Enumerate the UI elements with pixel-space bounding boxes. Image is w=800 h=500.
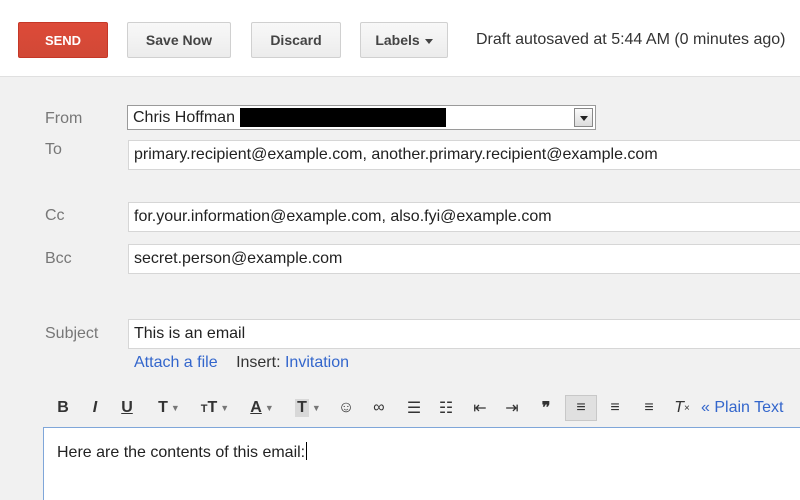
numbered-list-icon[interactable]: ☰ <box>402 395 426 421</box>
cc-field[interactable]: for.your.information@example.com, also.f… <box>128 202 800 232</box>
redacted-email-block <box>240 108 446 127</box>
invitation-link[interactable]: Invitation <box>285 354 349 371</box>
chevron-down-icon <box>424 38 433 44</box>
compose-toolbar: SEND Save Now Discard Labels Draft autos… <box>0 0 800 77</box>
from-value: Chris Hoffman <box>133 109 235 126</box>
plain-text-link[interactable]: « Plain Text <box>701 395 783 421</box>
dropdown-arrow-icon[interactable] <box>574 108 593 127</box>
link-icon[interactable]: ∞ <box>366 395 392 421</box>
message-body[interactable]: Here are the contents of this email: <box>43 427 800 500</box>
bcc-field[interactable]: secret.person@example.com <box>128 244 800 274</box>
highlight-color-icon[interactable]: T ▼ <box>288 395 328 421</box>
send-button[interactable]: SEND <box>18 22 108 58</box>
message-body-text: Here are the contents of this email: <box>57 444 306 461</box>
font-size-icon[interactable]: TT ▼ <box>196 395 234 421</box>
font-icon[interactable]: T ▼ <box>150 395 188 421</box>
quote-icon[interactable]: ❞ <box>534 395 558 421</box>
remove-formatting-icon[interactable]: T × <box>670 395 694 421</box>
text-color-icon[interactable]: A ▼ <box>244 395 280 421</box>
attach-insert-row: Attach a file Insert: Invitation <box>134 354 349 372</box>
cc-label: Cc <box>45 207 65 224</box>
from-label: From <box>45 110 83 127</box>
subject-label: Subject <box>45 325 99 342</box>
bcc-label: Bcc <box>45 250 72 267</box>
save-now-button[interactable]: Save Now <box>127 22 231 58</box>
subject-field[interactable]: This is an email <box>128 319 800 349</box>
indent-more-icon[interactable]: ⇥ <box>500 395 524 421</box>
align-center-icon[interactable]: ≡ <box>602 395 628 421</box>
underline-icon[interactable]: U <box>118 395 136 421</box>
from-select[interactable]: Chris Hoffman <box>127 105 596 130</box>
bulleted-list-icon[interactable]: ☷ <box>434 395 458 421</box>
to-field[interactable]: primary.recipient@example.com, another.p… <box>128 140 800 170</box>
labels-button-text: Labels <box>375 32 420 48</box>
discard-button[interactable]: Discard <box>251 22 341 58</box>
align-left-icon[interactable]: ≡ <box>565 395 597 421</box>
bold-icon[interactable]: B <box>54 395 72 421</box>
insert-label: Insert: <box>236 354 281 371</box>
italic-icon[interactable]: I <box>86 395 104 421</box>
emoji-icon[interactable]: ☺ <box>334 395 358 421</box>
labels-dropdown-button[interactable]: Labels <box>360 22 448 58</box>
align-right-icon[interactable]: ≡ <box>636 395 662 421</box>
compose-form: From Chris Hoffman To primary.recipient@… <box>0 77 800 500</box>
attach-file-link[interactable]: Attach a file <box>134 354 218 371</box>
text-cursor <box>306 442 308 460</box>
to-label: To <box>45 141 62 158</box>
indent-less-icon[interactable]: ⇤ <box>468 395 492 421</box>
autosave-status: Draft autosaved at 5:44 AM (0 minutes ag… <box>476 31 786 48</box>
